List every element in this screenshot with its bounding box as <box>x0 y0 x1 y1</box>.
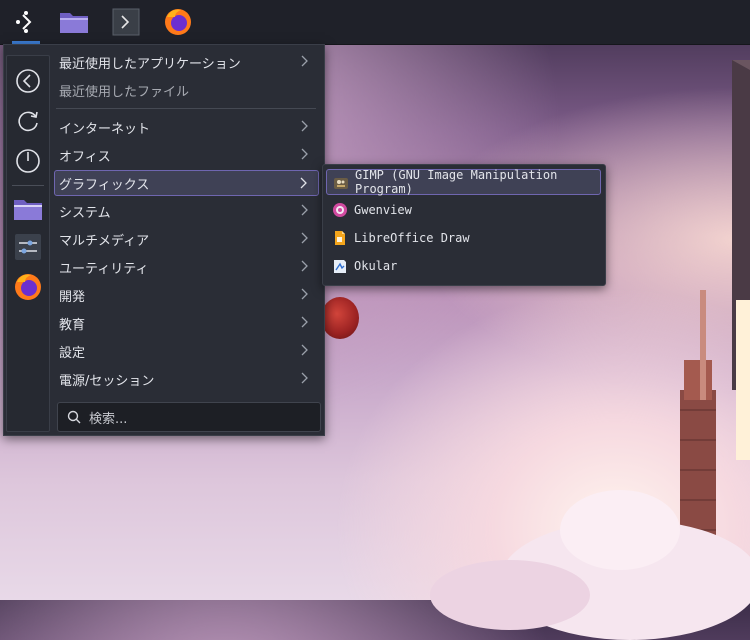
menu-item-label: グラフィックス <box>59 177 150 193</box>
chevron-right-icon <box>301 120 308 132</box>
menu-item-office[interactable]: オフィス <box>54 142 319 168</box>
launcher-icon <box>16 11 32 33</box>
submenu-item-libreoffice-draw[interactable]: LibreOffice Draw <box>326 225 601 251</box>
menu-item-utilities[interactable]: ユーティリティ <box>54 254 319 280</box>
chevron-right-icon <box>301 232 308 244</box>
firefox-taskbar-button[interactable] <box>156 0 200 44</box>
menu-item-label: 電源/セッション <box>59 373 155 389</box>
menu-item-recent-files[interactable]: 最近使用したファイル <box>54 77 319 103</box>
search-input[interactable]: 検索... <box>57 402 321 432</box>
menu-item-label: ユーティリティ <box>59 261 149 277</box>
chevron-right-icon <box>300 177 307 189</box>
menu-item-label: マルチメディア <box>59 233 150 249</box>
graphics-submenu: GIMP (GNU Image Manipulation Program) Gw… <box>322 164 606 286</box>
submenu-item-label: Okular <box>354 259 398 273</box>
submenu-item-gimp[interactable]: GIMP (GNU Image Manipulation Program) <box>326 168 601 196</box>
search-placeholder: 検索... <box>89 411 128 427</box>
menu-item-multimedia[interactable]: マルチメディア <box>54 226 319 252</box>
menu-sidebar <box>6 55 50 432</box>
folder-icon <box>60 13 88 33</box>
submenu-item-label: Gwenview <box>354 203 412 217</box>
back-button[interactable] <box>12 65 44 97</box>
libreoffice-draw-icon <box>335 231 345 245</box>
file-manager-taskbar-button[interactable] <box>52 0 96 44</box>
submenu-item-gwenview[interactable]: Gwenview <box>326 197 601 223</box>
back-icon <box>16 69 40 93</box>
menu-item-label: システム <box>59 205 111 221</box>
chevron-right-icon <box>301 55 308 67</box>
menu-item-label: オフィス <box>59 149 111 165</box>
chevron-right-icon <box>301 344 308 356</box>
firefox-icon <box>165 9 191 35</box>
chevron-right-icon <box>301 148 308 160</box>
chevron-right-icon <box>301 372 308 384</box>
menu-item-label: 教育 <box>59 317 86 333</box>
application-launcher-button[interactable] <box>4 0 48 44</box>
chevron-right-icon <box>301 288 308 300</box>
favorite-file-manager[interactable] <box>12 193 44 225</box>
menu-item-label: 最近使用したファイル <box>59 84 190 100</box>
firefox-icon <box>15 274 41 300</box>
chevron-right-icon <box>301 204 308 216</box>
menu-item-education[interactable]: 教育 <box>54 310 319 336</box>
submenu-item-okular[interactable]: Okular <box>326 253 601 279</box>
menu-item-label: 最近使用したアプリケーション <box>59 56 241 72</box>
settings-icon <box>15 234 41 260</box>
submenu-item-label: LibreOffice Draw <box>354 231 470 245</box>
menu-item-recent-apps[interactable]: 最近使用したアプリケーション <box>54 49 319 75</box>
sidebar-divider <box>12 185 44 186</box>
application-menu: 最近使用したアプリケーション 最近使用したファイル インターネット オフィス グ… <box>3 44 325 436</box>
favorite-system-settings[interactable] <box>12 231 44 263</box>
wallpaper-cloud <box>430 560 590 630</box>
terminal-icon <box>112 8 140 36</box>
menu-item-development[interactable]: 開発 <box>54 282 319 308</box>
folder-icon <box>14 200 42 220</box>
menu-item-settings[interactable]: 設定 <box>54 338 319 364</box>
restart-button[interactable] <box>12 105 44 137</box>
refresh-icon <box>18 111 38 132</box>
gwenview-icon <box>333 203 347 217</box>
wallpaper-rocket-tower <box>680 60 750 590</box>
chevron-right-icon <box>301 260 308 272</box>
wallpaper-cloud <box>560 490 680 570</box>
wallpaper-planet <box>321 297 359 339</box>
submenu-item-label: GIMP (GNU Image Manipulation Program) <box>355 168 558 196</box>
menu-item-system[interactable]: システム <box>54 198 319 224</box>
menu-item-internet[interactable]: インターネット <box>54 114 319 140</box>
power-icon <box>16 149 40 173</box>
okular-icon <box>334 260 346 273</box>
top-panel <box>0 0 750 45</box>
menu-item-label: 開発 <box>59 289 86 305</box>
gimp-icon <box>334 178 348 189</box>
menu-item-label: 設定 <box>59 345 86 361</box>
menu-item-power-session[interactable]: 電源/セッション <box>54 366 319 392</box>
chevron-right-icon <box>301 316 308 328</box>
menu-item-graphics[interactable]: グラフィックス <box>54 170 319 196</box>
shutdown-button[interactable] <box>12 145 44 177</box>
favorite-firefox[interactable] <box>12 271 44 303</box>
search-icon <box>67 410 81 424</box>
menu-divider <box>56 108 316 109</box>
terminal-taskbar-button[interactable] <box>104 0 148 44</box>
menu-item-label: インターネット <box>59 121 151 137</box>
